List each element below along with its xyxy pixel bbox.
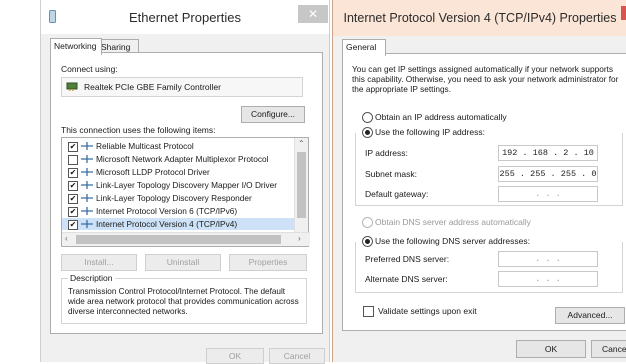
item-label: Reliable Multicast Protocol bbox=[96, 141, 194, 151]
scroll-up-icon[interactable]: ⌃ bbox=[298, 139, 305, 148]
item-label: Microsoft Network Adapter Multiplexor Pr… bbox=[96, 154, 269, 164]
item-label: Internet Protocol Version 4 (TCP/IPv4) bbox=[96, 219, 238, 229]
list-item-selected[interactable]: ✔ Internet Protocol Version 4 (TCP/IPv4) bbox=[62, 218, 294, 230]
uninstall-button[interactable]: Uninstall bbox=[145, 254, 221, 271]
alternate-dns-label: Alternate DNS server: bbox=[365, 274, 448, 284]
list-item[interactable]: ✔ Reliable Multicast Protocol bbox=[62, 140, 294, 152]
protocol-icon bbox=[81, 207, 93, 215]
alternate-dns-field[interactable]: . . . bbox=[498, 271, 598, 287]
description-text: Transmission Control Protocol/Internet P… bbox=[68, 287, 299, 316]
horizontal-scroll-thumb[interactable] bbox=[76, 235, 281, 244]
list-item[interactable]: ✔ Link-Layer Topology Discovery Responde… bbox=[62, 192, 294, 204]
list-item[interactable]: ✔ Link-Layer Topology Discovery Mapper I… bbox=[62, 179, 294, 191]
ethernet-window-title: Ethernet Properties bbox=[128, 10, 241, 25]
tab-general[interactable]: General bbox=[342, 39, 386, 56]
install-button[interactable]: Install... bbox=[61, 254, 137, 271]
network-adapter-icon bbox=[66, 82, 78, 91]
configure-button[interactable]: Configure... bbox=[241, 106, 305, 123]
list-item[interactable]: ✔ Microsoft LLDP Protocol Driver bbox=[62, 166, 294, 178]
obtain-dns-auto-label: Obtain DNS server address automatically bbox=[375, 217, 531, 227]
item-checkbox[interactable]: ✔ bbox=[68, 220, 78, 230]
ipv4-ok-button[interactable]: OK bbox=[516, 340, 586, 358]
validate-checkbox[interactable] bbox=[363, 306, 374, 317]
protocol-icon bbox=[81, 155, 93, 163]
list-item[interactable]: ✔ Internet Protocol Version 6 (TCP/IPv6) bbox=[62, 205, 294, 217]
default-gateway-field[interactable]: . . . bbox=[498, 186, 598, 202]
item-label: Microsoft LLDP Protocol Driver bbox=[96, 167, 210, 177]
ethernet-close-button[interactable]: ✕ bbox=[298, 5, 328, 23]
ip-address-label: IP address: bbox=[365, 148, 408, 158]
item-checkbox[interactable]: ✔ bbox=[68, 168, 78, 178]
ipv4-tab-strip: General bbox=[342, 39, 622, 56]
items-list[interactable]: ✔ Reliable Multicast Protocol Microsoft … bbox=[61, 137, 310, 247]
ethernet-properties-window: Ethernet Properties ✕ Networking Sharing… bbox=[40, 0, 330, 364]
ipv4-intro-text: You can get IP settings assigned automat… bbox=[352, 64, 619, 94]
obtain-dns-auto-radio[interactable] bbox=[362, 217, 373, 228]
items-label: This connection uses the following items… bbox=[61, 125, 216, 135]
properties-button[interactable]: Properties bbox=[229, 254, 307, 271]
item-checkbox[interactable]: ✔ bbox=[68, 181, 78, 191]
preferred-dns-field[interactable]: . . . bbox=[498, 251, 598, 267]
list-horizontal-scrollbar[interactable]: ‹ › bbox=[62, 232, 310, 246]
protocol-icon bbox=[81, 142, 93, 150]
item-checkbox[interactable] bbox=[68, 155, 78, 165]
obtain-ip-auto-label: Obtain an IP address automatically bbox=[375, 112, 507, 122]
protocol-icon bbox=[81, 220, 93, 228]
ipv4-properties-window: Internet Protocol Version 4 (TCP/IPv4) P… bbox=[332, 0, 626, 362]
item-label: Internet Protocol Version 6 (TCP/IPv6) bbox=[96, 206, 238, 216]
obtain-ip-auto-radio[interactable] bbox=[362, 112, 373, 123]
adapter-name: Realtek PCIe GBE Family Controller bbox=[84, 82, 221, 92]
subnet-mask-label: Subnet mask: bbox=[365, 169, 417, 179]
connect-using-label: Connect using: bbox=[61, 64, 118, 74]
item-checkbox[interactable]: ✔ bbox=[68, 207, 78, 217]
preferred-dns-label: Preferred DNS server: bbox=[365, 254, 450, 264]
scroll-right-icon[interactable]: › bbox=[298, 234, 301, 243]
subnet-mask-field[interactable]: 255 . 255 . 255 . 0 bbox=[498, 166, 598, 182]
list-vertical-scrollbar[interactable]: ⌃ bbox=[294, 138, 308, 232]
description-legend: Description bbox=[68, 273, 115, 283]
protocol-icon bbox=[81, 168, 93, 176]
ipv4-cancel-button[interactable]: Cancel bbox=[591, 340, 626, 358]
ethernet-tab-strip: Networking Sharing bbox=[50, 38, 321, 55]
validate-label: Validate settings upon exit bbox=[378, 306, 477, 316]
ipv4-window-title: Internet Protocol Version 4 (TCP/IPv4) P… bbox=[343, 11, 617, 25]
scroll-left-icon[interactable]: ‹ bbox=[65, 234, 68, 243]
protocol-icon bbox=[81, 181, 93, 189]
ethernet-title-bar[interactable]: Ethernet Properties ✕ bbox=[41, 0, 329, 34]
protocol-icon bbox=[81, 194, 93, 202]
ipv4-close-button[interactable] bbox=[621, 6, 626, 20]
list-item[interactable]: Microsoft Network Adapter Multiplexor Pr… bbox=[62, 153, 294, 165]
item-label: Link-Layer Topology Discovery Responder bbox=[96, 193, 252, 203]
adapter-box: Realtek PCIe GBE Family Controller bbox=[61, 77, 303, 97]
advanced-button[interactable]: Advanced... bbox=[555, 307, 625, 324]
vertical-scroll-thumb[interactable] bbox=[297, 152, 306, 218]
item-label: Link-Layer Topology Discovery Mapper I/O… bbox=[96, 180, 278, 190]
ip-address-field[interactable]: 192 . 168 . 2 . 10 bbox=[498, 145, 598, 161]
default-gateway-label: Default gateway: bbox=[365, 189, 429, 199]
item-checkbox[interactable]: ✔ bbox=[68, 194, 78, 204]
description-group: Description Transmission Control Protoco… bbox=[61, 273, 307, 324]
item-checkbox[interactable]: ✔ bbox=[68, 142, 78, 152]
ipv4-title-bar[interactable]: Internet Protocol Version 4 (TCP/IPv4) P… bbox=[333, 0, 626, 36]
tab-networking[interactable]: Networking bbox=[50, 38, 102, 55]
